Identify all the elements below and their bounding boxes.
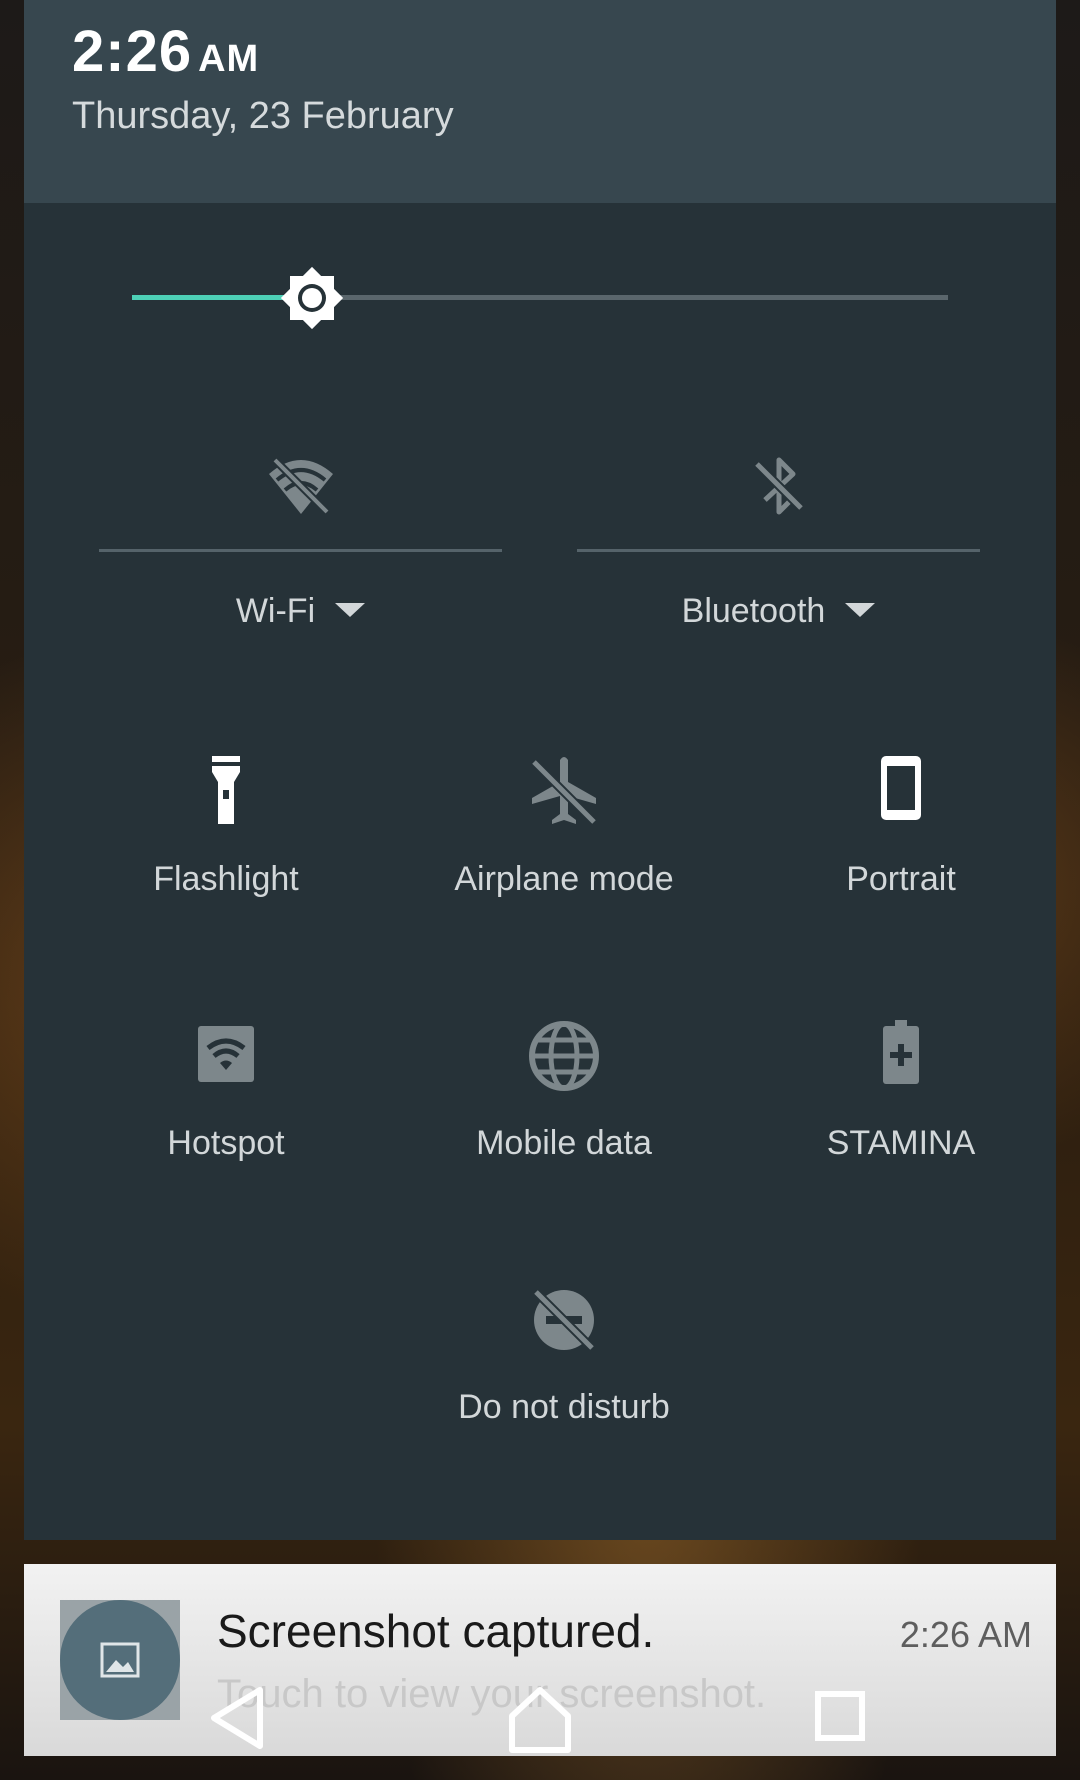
do-not-disturb-off-icon (524, 1280, 604, 1360)
back-icon (211, 1687, 263, 1749)
flashlight-icon (186, 752, 266, 832)
wifi-dropdown-icon[interactable] (335, 603, 366, 618)
back-button[interactable] (200, 1680, 280, 1760)
brightness-slider[interactable] (132, 262, 948, 334)
mobile-data-tile[interactable]: Mobile data (414, 1016, 714, 1216)
flashlight-label: Flashlight (153, 860, 299, 898)
notification-time: 2:26 AM (899, 1614, 1032, 1655)
do-not-disturb-label: Do not disturb (458, 1388, 670, 1426)
brightness-sun-icon (280, 266, 344, 330)
quick-settings-header: 2:26 AM Thursday, 23 February (24, 0, 1056, 203)
home-icon (509, 1687, 571, 1753)
home-button[interactable] (500, 1680, 580, 1760)
clock-ampm: AM (198, 38, 260, 80)
globe-icon (524, 1016, 604, 1096)
do-not-disturb-tile[interactable]: Do not disturb (414, 1280, 714, 1480)
clock-time: 2:26 (72, 19, 193, 84)
bluetooth-tile[interactable]: Bluetooth (577, 430, 980, 660)
recents-button[interactable] (800, 1680, 880, 1760)
airplane-mode-tile[interactable]: Airplane mode (414, 752, 714, 952)
portrait-tile[interactable]: Portrait (751, 752, 1051, 952)
notification-subtitle: Touch to view your screenshot. (217, 1672, 767, 1716)
stamina-label: STAMINA (826, 1124, 976, 1162)
hotspot-tile[interactable]: Hotspot (76, 1016, 376, 1216)
airplane-mode-label: Airplane mode (454, 860, 674, 898)
bluetooth-label-row[interactable]: Bluetooth (577, 592, 980, 631)
header-clock[interactable]: 2:26 AM (72, 18, 259, 85)
recents-icon (815, 1691, 865, 1741)
portrait-phone-icon (861, 752, 941, 832)
wifi-label-row[interactable]: Wi-Fi (99, 592, 502, 631)
battery-plus-icon (861, 1016, 941, 1096)
brightness-thumb[interactable] (276, 262, 348, 334)
hotspot-icon (186, 1016, 266, 1096)
quick-settings-panel: 2:26 AM Thursday, 23 February Wi-Fi Blue… (24, 0, 1056, 1540)
flashlight-tile[interactable]: Flashlight (76, 752, 376, 952)
bluetooth-off-icon[interactable] (743, 450, 815, 527)
portrait-label: Portrait (846, 860, 956, 898)
wifi-off-icon[interactable] (265, 450, 337, 527)
airplane-off-icon (524, 752, 604, 832)
mobile-data-label: Mobile data (476, 1124, 652, 1162)
stamina-tile[interactable]: STAMINA (751, 1016, 1051, 1216)
header-date[interactable]: Thursday, 23 February (72, 95, 454, 138)
bluetooth-dropdown-icon[interactable] (845, 603, 876, 618)
notification-avatar (60, 1600, 180, 1720)
notification-title: Screenshot captured. (217, 1605, 655, 1657)
bluetooth-divider (577, 549, 980, 552)
wifi-divider (99, 549, 502, 552)
image-icon (100, 1642, 140, 1678)
bluetooth-label: Bluetooth (681, 592, 826, 630)
wifi-label: Wi-Fi (235, 592, 316, 630)
hotspot-label: Hotspot (167, 1124, 285, 1162)
wifi-tile[interactable]: Wi-Fi (99, 430, 502, 660)
